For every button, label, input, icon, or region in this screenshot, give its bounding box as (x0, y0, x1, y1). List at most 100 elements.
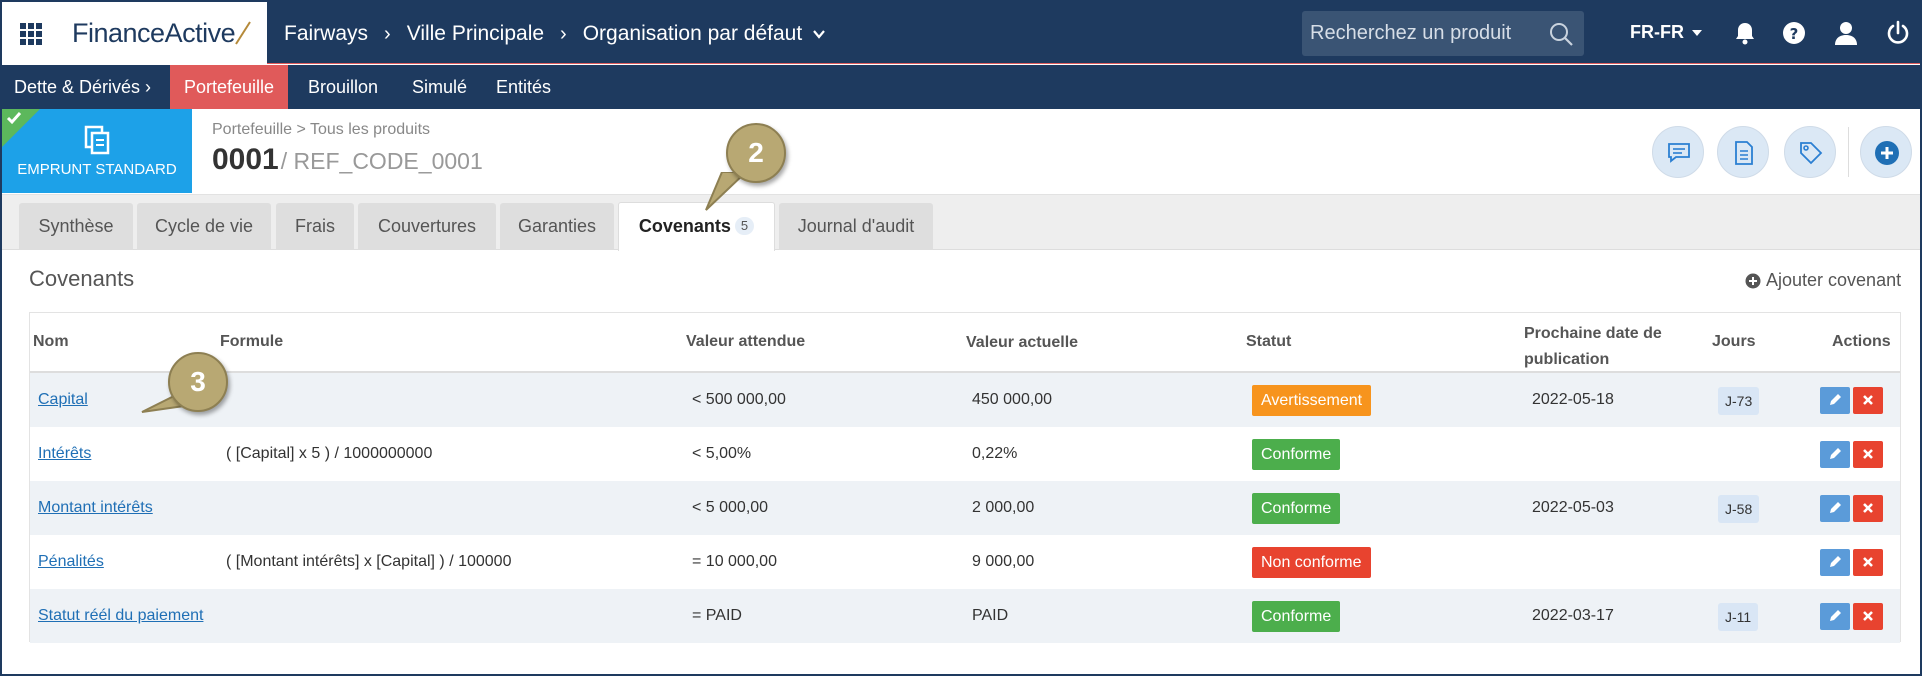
app-window: FinanceActive Fairways › Ville Principal… (0, 0, 1922, 676)
logo-prefix: Finance (72, 18, 165, 48)
tab-frais[interactable]: Frais (276, 203, 354, 250)
status-badge: Conforme (1252, 439, 1341, 470)
col-header-actions: Actions (1832, 333, 1891, 350)
tab-label: Covenants (638, 216, 731, 236)
product-breadcrumb[interactable]: Portefeuille > Tous les produits (212, 121, 430, 139)
search-icon[interactable] (1548, 21, 1574, 47)
covenant-link[interactable]: Statut réél du paiement (38, 607, 203, 624)
language-label: FR-FR (1630, 22, 1684, 42)
table-row: Intérêts ( [Capital] x 5 ) / 1000000000 … (30, 427, 1900, 481)
product-type-label: EMPRUNT STANDARD (17, 161, 177, 178)
product-ref: / REF_CODE_0001 (280, 148, 483, 174)
col-header-date[interactable]: Prochaine date de publication (1524, 321, 1662, 373)
search-input[interactable] (1302, 11, 1542, 56)
tag-icon (1800, 142, 1823, 165)
edit-button[interactable] (1820, 495, 1850, 522)
pencil-icon (1830, 556, 1841, 567)
top-header: FinanceActive Fairways › Ville Principal… (2, 2, 1920, 64)
pencil-icon (1830, 448, 1841, 459)
chevron-right-icon: › (384, 22, 391, 45)
nav-dette-derives[interactable]: Dette & Dérivés › (14, 65, 151, 109)
document-button[interactable] (1717, 126, 1769, 178)
edit-button[interactable] (1820, 549, 1850, 576)
cell-formule: ( [Montant intérêts] x [Capital] ) / 100… (226, 553, 512, 570)
cell-nom: Capital (38, 373, 88, 427)
logo-slash-icon (235, 21, 251, 45)
document-icon (84, 125, 110, 155)
tab-couvertures[interactable]: Couvertures (358, 203, 496, 250)
product-type-badge: EMPRUNT STANDARD (2, 109, 192, 193)
tag-button[interactable] (1784, 126, 1836, 178)
cell-valeur-attendue: = PAID (692, 607, 742, 624)
delete-button[interactable] (1853, 495, 1883, 522)
tab-cycle-de-vie[interactable]: Cycle de vie (137, 203, 271, 250)
delete-button[interactable] (1853, 549, 1883, 576)
col-header-date-line2: publication (1524, 351, 1610, 368)
cell-formule: ( [Capital] x 5 ) / 1000000000 (226, 445, 433, 462)
delete-button[interactable] (1853, 387, 1883, 414)
delete-button[interactable] (1853, 603, 1883, 630)
breadcrumb-item-client[interactable]: Fairways (284, 22, 368, 46)
covenant-link[interactable]: Pénalités (38, 553, 104, 570)
col-header-formule[interactable]: Formule (220, 333, 283, 351)
comment-icon (1668, 143, 1690, 163)
cell-valeur-actuelle: 450 000,00 (972, 391, 1053, 408)
logo: FinanceActive (72, 18, 236, 49)
edit-button[interactable] (1820, 603, 1850, 630)
breadcrumb-item-city[interactable]: Ville Principale (407, 22, 544, 46)
covenant-link[interactable]: Capital (38, 391, 88, 408)
tab-garanties[interactable]: Garanties (500, 203, 614, 250)
cell-date: 2022-05-03 (1532, 499, 1614, 516)
file-icon (1735, 141, 1753, 165)
tab-journal-audit[interactable]: Journal d'audit (779, 203, 933, 250)
product-title: 0001 / REF_CODE_0001 (212, 143, 483, 177)
nav-portefeuille[interactable]: Portefeuille (170, 65, 289, 109)
col-header-date-line1: Prochaine date de (1524, 325, 1662, 342)
close-icon (1863, 395, 1873, 405)
check-icon (6, 112, 22, 125)
svg-text:?: ? (1790, 25, 1799, 43)
nav-simule[interactable]: Simulé (412, 65, 467, 109)
add-button[interactable] (1860, 126, 1912, 178)
status-badge: Conforme (1252, 493, 1341, 524)
col-header-valeur-actuelle[interactable]: Valeur actuelle (966, 334, 1078, 352)
col-header-valeur-attendue[interactable]: Valeur attendue (686, 333, 805, 351)
covenant-link[interactable]: Montant intérêts (38, 499, 153, 516)
tab-bar: Synthèse Cycle de vie Frais Couvertures … (2, 195, 1920, 251)
tab-synthese[interactable]: Synthèse (19, 203, 133, 250)
table-row: Pénalités ( [Montant intérêts] x [Capita… (30, 535, 1900, 589)
comment-button[interactable] (1652, 126, 1704, 178)
days-badge: J-58 (1718, 495, 1760, 523)
apps-grid-icon[interactable] (20, 23, 42, 45)
chevron-down-icon[interactable] (812, 27, 826, 41)
nav-entites[interactable]: Entités (496, 65, 551, 109)
covenant-link[interactable]: Intérêts (38, 445, 91, 462)
col-header-statut[interactable]: Statut (1246, 333, 1291, 351)
help-icon[interactable]: ? (1781, 20, 1807, 46)
language-selector[interactable]: FR-FR (1630, 22, 1702, 43)
section-title: Covenants (29, 266, 135, 291)
breadcrumb-item-org[interactable]: Organisation par défaut (583, 22, 802, 46)
close-icon (1863, 557, 1873, 567)
cell-nom: Montant intérêts (38, 481, 153, 535)
delete-button[interactable] (1853, 441, 1883, 468)
nav-brouillon[interactable]: Brouillon (308, 65, 378, 109)
user-icon[interactable] (1833, 20, 1859, 46)
cell-valeur-actuelle: 2 000,00 (972, 499, 1035, 516)
bell-icon[interactable] (1732, 20, 1758, 46)
edit-button[interactable] (1820, 387, 1850, 414)
status-badge: Avertissement (1252, 385, 1372, 416)
cell-valeur-attendue: < 5 000,00 (692, 499, 769, 516)
tab-count-badge: 5 (734, 217, 755, 235)
callout-badge-2: 2 (726, 123, 786, 183)
add-covenant-button[interactable]: Ajouter covenant (1745, 270, 1901, 291)
col-header-jours[interactable]: Jours (1712, 333, 1756, 351)
days-badge: J-73 (1718, 387, 1760, 415)
cell-valeur-attendue: < 5,00% (692, 445, 752, 462)
pencil-icon (1830, 502, 1841, 513)
col-header-nom[interactable]: Nom (33, 333, 69, 351)
callout-badge-3: 3 (168, 352, 228, 412)
power-icon[interactable] (1885, 20, 1911, 46)
product-header: EMPRUNT STANDARD Portefeuille > Tous les… (2, 109, 1920, 195)
edit-button[interactable] (1820, 441, 1850, 468)
